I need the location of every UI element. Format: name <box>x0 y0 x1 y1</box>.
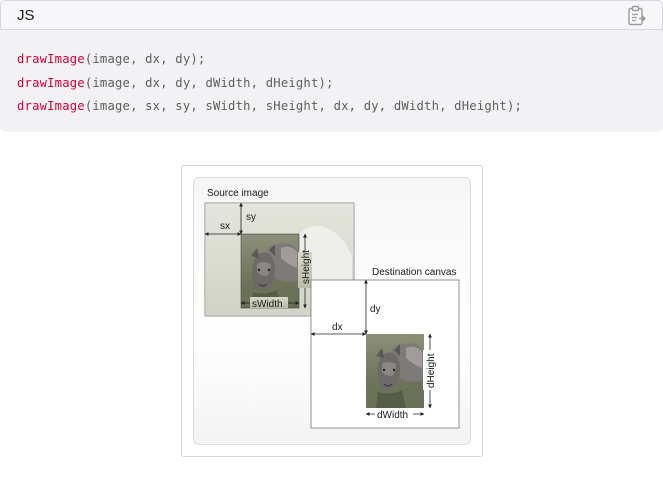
code-example: JS drawImage(image, dx, dy); drawImage(i… <box>0 0 663 132</box>
function-args: (image, dx, dy, dWidth, dHeight); <box>84 75 334 90</box>
copy-to-clipboard-button[interactable] <box>626 5 648 27</box>
code-header: JS <box>0 0 663 30</box>
code-lines: drawImage(image, dx, dy); drawImage(imag… <box>17 48 522 119</box>
dy-label: dy <box>370 304 381 315</box>
swidth-label: sWidth <box>252 299 283 310</box>
sheight-label: sHeight <box>301 250 312 284</box>
code-line: drawImage(image, dx, dy); <box>17 48 522 72</box>
dheight-label: dHeight <box>426 353 437 388</box>
function-args: (image, dx, dy); <box>84 52 206 66</box>
language-label: JS <box>17 7 35 24</box>
sx-label: sx <box>220 221 230 232</box>
dx-label: dx <box>332 322 343 333</box>
function-name: drawImage <box>17 52 85 66</box>
function-name: drawImage <box>17 75 85 90</box>
function-args: (image, sx, sy, sWidth, sHeight, dx, dy,… <box>84 99 523 113</box>
source-image-label: Source image <box>207 188 269 199</box>
code-line: drawImage(image, sx, sy, sWidth, sHeight… <box>17 95 522 119</box>
code-line: drawImage(image, dx, dy, dWidth, dHeight… <box>17 72 522 96</box>
function-name: drawImage <box>17 99 85 113</box>
dwidth-label: dWidth <box>377 410 408 421</box>
clipboard-icon <box>628 5 646 26</box>
drawimage-diagram: Source image sx sy sWidth sHeight Destin… <box>181 165 483 457</box>
diagram-canvas: Source image sx sy sWidth sHeight Destin… <box>204 188 460 429</box>
sy-label: sy <box>246 212 256 223</box>
destination-canvas-label: Destination canvas <box>372 267 457 278</box>
